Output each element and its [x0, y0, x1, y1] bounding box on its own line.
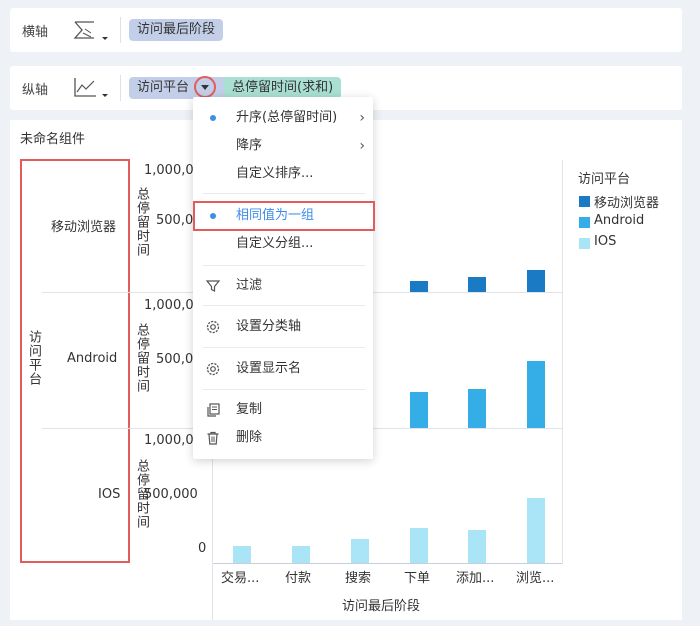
- menu-item-set-category-axis[interactable]: 设置分类轴: [193, 314, 373, 340]
- x-axis-line: [212, 563, 562, 564]
- trash-icon: [207, 431, 219, 445]
- sort-axis-icon[interactable]: [72, 19, 112, 47]
- y-axis-title-mobile: 总停留时间: [134, 187, 149, 257]
- menu-divider: [203, 305, 365, 306]
- gear-icon: [206, 362, 220, 376]
- x-tick-label: 下单: [404, 571, 431, 586]
- bar-2-5[interactable]: [527, 498, 545, 563]
- menu-divider: [203, 265, 365, 266]
- legend-label-ios[interactable]: IOS: [594, 234, 616, 249]
- filter-icon: [205, 280, 221, 292]
- menu-item-delete[interactable]: 删除: [193, 425, 373, 451]
- component-title: 未命名组件: [20, 132, 86, 147]
- legend-label-android[interactable]: Android: [594, 213, 644, 228]
- menu-item-label: 过滤: [236, 278, 263, 293]
- bar-2-2[interactable]: [351, 539, 369, 563]
- menu-divider: [203, 193, 365, 194]
- y-field-label: 访问平台: [137, 80, 190, 95]
- y-tick-label: 500,000: [144, 487, 198, 502]
- menu-item-label: 自定义排序...: [236, 166, 314, 181]
- legend-swatch-ios: [579, 238, 590, 249]
- menu-item-set-display-name[interactable]: 设置显示名: [193, 356, 373, 382]
- x-axis-title: 访问最后阶段: [342, 599, 421, 614]
- bar-2-3[interactable]: [410, 528, 428, 563]
- line-chart-icon[interactable]: [72, 76, 112, 104]
- menu-divider: [203, 347, 365, 348]
- x-axis-label: 横轴: [22, 25, 49, 40]
- y-tick-label: 0: [198, 541, 207, 556]
- menu-item-sort-asc[interactable]: 升序(总停留时间) ›: [193, 105, 373, 131]
- menu-item-sort-desc[interactable]: 降序 ›: [193, 133, 373, 159]
- bar-0-4[interactable]: [468, 277, 486, 292]
- chevron-right-icon: ›: [359, 138, 365, 154]
- menu-item-label: 设置分类轴: [236, 319, 302, 334]
- bar-1-5[interactable]: [527, 361, 545, 428]
- bar-2-4[interactable]: [468, 530, 486, 563]
- copy-icon: [207, 403, 220, 417]
- x-tick-label: 交易...: [221, 571, 260, 586]
- gear-icon: [206, 320, 220, 334]
- menu-item-custom-sort[interactable]: 自定义排序...: [193, 161, 373, 187]
- row-label-mobile: 移动浏览器: [51, 220, 117, 235]
- field-context-menu: 升序(总停留时间) › 降序 › 自定义排序... 相同值为一组 自定义分组..…: [193, 97, 375, 459]
- chevron-right-icon: ›: [359, 110, 365, 126]
- selected-dot-icon: [210, 115, 216, 121]
- row-label-ios: IOS: [98, 487, 121, 502]
- bar-0-5[interactable]: [527, 270, 545, 292]
- legend-swatch-android: [579, 217, 590, 228]
- field-menu-caret[interactable]: [194, 76, 216, 98]
- row-label-android: Android: [67, 351, 118, 366]
- plot-right-edge: [562, 160, 563, 564]
- y-shelf-divider: [120, 75, 121, 101]
- legend-title: 访问平台: [578, 172, 631, 187]
- menu-item-filter[interactable]: 过滤: [193, 273, 373, 299]
- legend-label-mobile[interactable]: 移动浏览器: [594, 192, 659, 211]
- x-tick-label: 浏览...: [516, 571, 555, 586]
- menu-item-label: 复制: [236, 402, 263, 417]
- menu-item-label: 自定义分组...: [236, 236, 314, 251]
- bar-1-3[interactable]: [410, 392, 428, 428]
- menu-item-label: 删除: [236, 430, 263, 445]
- caret-down-icon: [201, 85, 209, 90]
- x-tick-label: 搜索: [345, 571, 372, 586]
- menu-item-label: 升序(总停留时间): [236, 110, 338, 125]
- menu-item-label: 设置显示名: [236, 361, 302, 376]
- y-axis-label: 纵轴: [22, 83, 49, 98]
- bar-2-0[interactable]: [233, 546, 251, 563]
- menu-item-label: 降序: [236, 138, 263, 153]
- bar-1-4[interactable]: [468, 389, 486, 428]
- menu-divider: [203, 389, 365, 390]
- menu-item-copy[interactable]: 复制: [193, 397, 373, 423]
- x-shelf-divider: [120, 17, 121, 43]
- menu-item-custom-group[interactable]: 自定义分组...: [193, 231, 373, 257]
- x-field-pill[interactable]: 访问最后阶段: [129, 19, 224, 41]
- measure-field-pill[interactable]: 总停留时间(求和): [224, 77, 342, 99]
- x-tick-label: 添加...: [456, 571, 495, 586]
- bar-0-3[interactable]: [410, 281, 428, 292]
- bar-2-1[interactable]: [292, 546, 310, 563]
- legend-swatch-mobile: [579, 196, 590, 207]
- x-tick-label: 付款: [285, 571, 312, 586]
- y-axis-title-android: 总停留时间: [134, 323, 149, 393]
- menu-item-highlight: [193, 201, 375, 231]
